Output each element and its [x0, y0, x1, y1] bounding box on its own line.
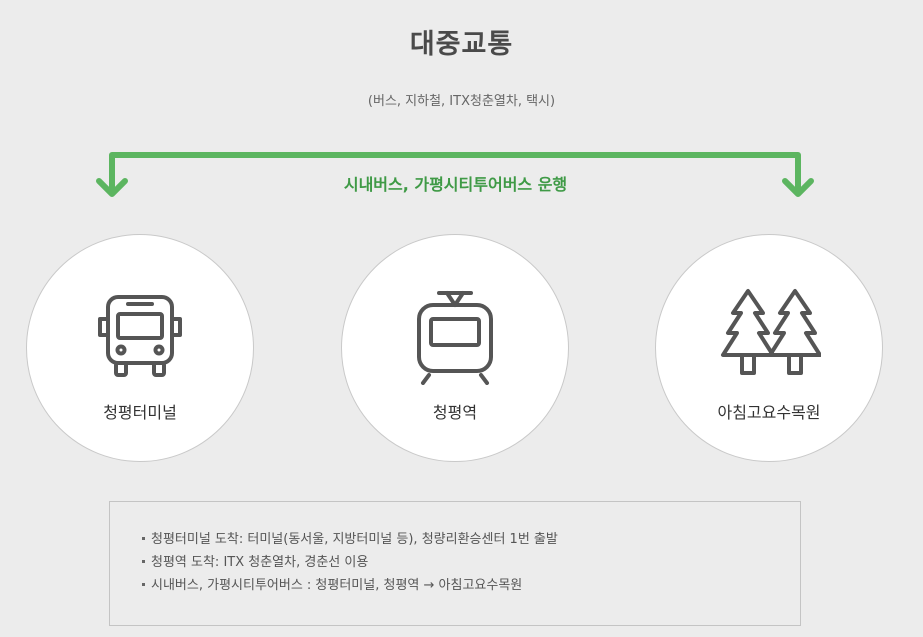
train-icon [417, 291, 493, 385]
info-item-text: 시내버스, 가평시티투어버스 : 청평터미널, 청평역 → 아침고요수목원 [151, 578, 523, 593]
stop-label: 아침고요수목원 [717, 403, 821, 422]
stop-station: 청평역 [341, 234, 569, 462]
bullet-icon [142, 537, 145, 540]
info-item: 청평터미널 도착: 터미널(동서울, 지방터미널 등), 청량리환승센터 1번 … [142, 528, 800, 551]
stop-label: 청평터미널 [103, 403, 177, 422]
route-label: 시내버스, 가평시티투어버스 운행 [343, 175, 568, 194]
page-subtitle: (버스, 지하철, ITX청춘열차, 택시) [367, 94, 556, 109]
bullet-icon [142, 583, 145, 586]
page-title: 대중교통 [409, 29, 514, 60]
info-item: 시내버스, 가평시티투어버스 : 청평터미널, 청평역 → 아침고요수목원 [142, 574, 800, 597]
stop-terminal: 청평터미널 [26, 234, 254, 462]
info-item: 청평역 도착: ITX 청춘열차, 경춘선 이용 [142, 551, 800, 574]
info-box: 청평터미널 도착: 터미널(동서울, 지방터미널 등), 청량리환승센터 1번 … [109, 501, 801, 626]
info-item-text: 청평역 도착: ITX 청춘열차, 경춘선 이용 [151, 555, 369, 570]
stop-arboretum: 아침고요수목원 [655, 234, 883, 462]
bus-icon [98, 295, 182, 377]
trees-icon [721, 289, 821, 375]
info-list: 청평터미널 도착: 터미널(동서울, 지방터미널 등), 청량리환승센터 1번 … [142, 528, 800, 597]
bullet-icon [142, 560, 145, 563]
stop-label: 청평역 [432, 403, 478, 422]
info-item-text: 청평터미널 도착: 터미널(동서울, 지방터미널 등), 청량리환승센터 1번 … [151, 532, 558, 547]
